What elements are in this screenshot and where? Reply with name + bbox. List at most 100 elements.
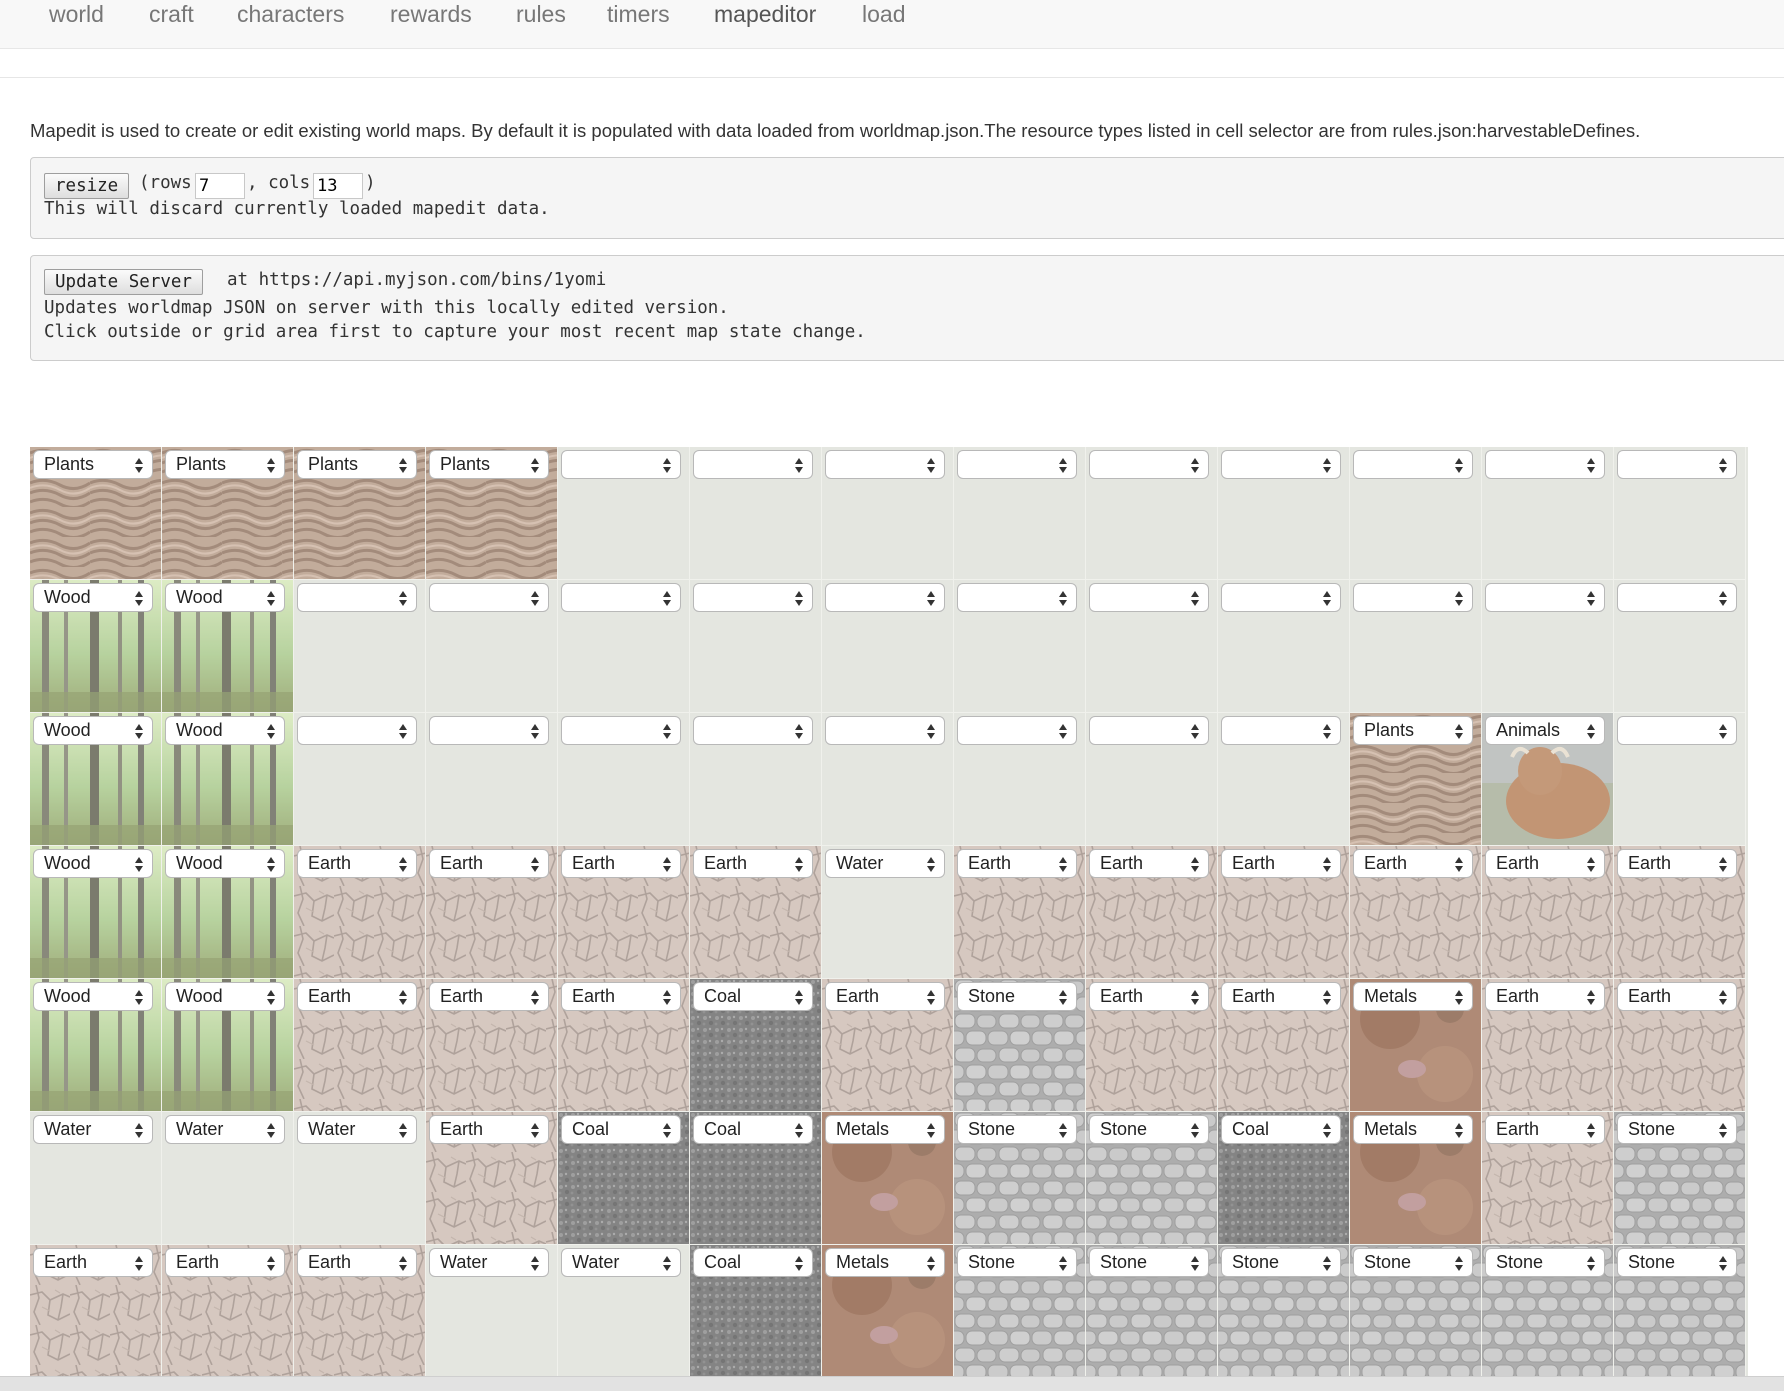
cell-resource-select[interactable]	[957, 450, 1077, 479]
cell-resource-select[interactable]: Wood	[165, 716, 285, 745]
cell-resource-select[interactable]: Plants	[1353, 716, 1473, 745]
cell-resource-select[interactable]: Plants	[33, 450, 153, 479]
cell-resource-select[interactable]	[957, 583, 1077, 612]
cell-resource-select[interactable]: Wood	[165, 583, 285, 612]
cell-resource-select[interactable]	[429, 583, 549, 612]
cell-resource-select[interactable]: Stone	[1617, 1115, 1737, 1144]
cell-resource-select[interactable]: Stone	[1221, 1248, 1341, 1277]
cell-resource-select[interactable]: Earth	[561, 849, 681, 878]
cell-resource-select[interactable]	[297, 716, 417, 745]
cell-resource-select[interactable]	[1089, 716, 1209, 745]
cell-resource-select[interactable]	[957, 716, 1077, 745]
cell-resource-select[interactable]	[561, 583, 681, 612]
cell-resource-select[interactable]: Stone	[1089, 1115, 1209, 1144]
cell-resource-select[interactable]	[1485, 583, 1605, 612]
cell-resource-select[interactable]	[1221, 450, 1341, 479]
cell-resource-select[interactable]	[1089, 450, 1209, 479]
cell-resource-select[interactable]: Earth	[561, 982, 681, 1011]
cell-resource-select[interactable]	[693, 583, 813, 612]
nav-item-mapeditor[interactable]: mapeditor	[714, 0, 816, 30]
cell-resource-select[interactable]: Wood	[165, 849, 285, 878]
nav-item-world[interactable]: world	[49, 0, 104, 30]
cell-resource-select[interactable]: Earth	[825, 982, 945, 1011]
cell-resource-select[interactable]: Earth	[1617, 849, 1737, 878]
nav-item-rewards[interactable]: rewards	[390, 0, 472, 30]
cell-resource-select[interactable]: Wood	[33, 849, 153, 878]
cell-resource-select[interactable]: Water	[429, 1248, 549, 1277]
cell-resource-select[interactable]: Stone	[957, 1248, 1077, 1277]
cell-resource-select[interactable]	[1353, 450, 1473, 479]
cell-resource-select[interactable]: Metals	[1353, 1115, 1473, 1144]
cell-resource-select[interactable]: Metals	[825, 1248, 945, 1277]
cell-resource-select[interactable]: Earth	[1617, 982, 1737, 1011]
cell-resource-select[interactable]: Metals	[1353, 982, 1473, 1011]
cell-resource-select[interactable]	[825, 450, 945, 479]
cols-input[interactable]	[313, 173, 363, 199]
cell-resource-select[interactable]	[693, 716, 813, 745]
cell-resource-select[interactable]	[1617, 583, 1737, 612]
nav-item-rules[interactable]: rules	[516, 0, 566, 30]
cell-resource-select[interactable]	[1485, 450, 1605, 479]
cell-resource-select[interactable]: Earth	[165, 1248, 285, 1277]
cell-resource-select[interactable]: Wood	[165, 982, 285, 1011]
cell-resource-select[interactable]	[1617, 716, 1737, 745]
cell-resource-select[interactable]: Stone	[957, 982, 1077, 1011]
cell-resource-select[interactable]	[825, 716, 945, 745]
nav-item-craft[interactable]: craft	[149, 0, 194, 30]
cell-resource-select[interactable]: Stone	[1353, 1248, 1473, 1277]
cell-resource-select[interactable]: Stone	[957, 1115, 1077, 1144]
cell-resource-select[interactable]: Earth	[297, 849, 417, 878]
cell-resource-select[interactable]: Earth	[297, 982, 417, 1011]
cell-resource-select[interactable]: Wood	[33, 583, 153, 612]
cell-resource-select[interactable]: Coal	[1221, 1115, 1341, 1144]
cell-resource-select[interactable]: Coal	[693, 1115, 813, 1144]
cell-resource-select[interactable]: Coal	[693, 1248, 813, 1277]
cell-resource-select[interactable]: Water	[33, 1115, 153, 1144]
cell-resource-select[interactable]: Plants	[297, 450, 417, 479]
cell-resource-select[interactable]: Metals	[825, 1115, 945, 1144]
cell-resource-select[interactable]: Earth	[1221, 849, 1341, 878]
cell-resource-select[interactable]: Earth	[1221, 982, 1341, 1011]
cell-resource-select[interactable]: Water	[825, 849, 945, 878]
cell-resource-select[interactable]	[429, 716, 549, 745]
cell-resource-select[interactable]: Earth	[693, 849, 813, 878]
cell-resource-select[interactable]: Earth	[1353, 849, 1473, 878]
cell-resource-select[interactable]	[1617, 450, 1737, 479]
cell-resource-select[interactable]: Earth	[429, 1115, 549, 1144]
nav-item-load[interactable]: load	[862, 0, 905, 30]
cell-resource-select[interactable]: Earth	[957, 849, 1077, 878]
cell-resource-select[interactable]: Water	[561, 1248, 681, 1277]
cell-resource-select[interactable]: Earth	[33, 1248, 153, 1277]
horizontal-scrollbar[interactable]	[0, 1376, 1784, 1391]
cell-resource-select[interactable]	[1221, 583, 1341, 612]
cell-resource-select[interactable]: Water	[297, 1115, 417, 1144]
cell-resource-select[interactable]: Earth	[429, 849, 549, 878]
nav-item-characters[interactable]: characters	[237, 0, 344, 30]
update-server-button[interactable]: Update Server	[44, 269, 203, 295]
cell-resource-select[interactable]	[1353, 583, 1473, 612]
cell-resource-select[interactable]: Plants	[429, 450, 549, 479]
cell-resource-select[interactable]: Wood	[33, 716, 153, 745]
cell-resource-select[interactable]: Coal	[561, 1115, 681, 1144]
cell-resource-select[interactable]	[1221, 716, 1341, 745]
resize-button[interactable]: resize	[44, 173, 130, 199]
cell-resource-select[interactable]: Stone	[1617, 1248, 1737, 1277]
nav-item-timers[interactable]: timers	[607, 0, 670, 30]
cell-resource-select[interactable]	[693, 450, 813, 479]
cell-resource-select[interactable]: Earth	[1485, 1115, 1605, 1144]
cell-resource-select[interactable]: Plants	[165, 450, 285, 479]
rows-input[interactable]	[195, 173, 245, 199]
cell-resource-select[interactable]: Earth	[1485, 982, 1605, 1011]
cell-resource-select[interactable]: Earth	[1485, 849, 1605, 878]
cell-resource-select[interactable]: Wood	[33, 982, 153, 1011]
cell-resource-select[interactable]	[1089, 583, 1209, 612]
cell-resource-select[interactable]	[561, 450, 681, 479]
cell-resource-select[interactable]	[825, 583, 945, 612]
cell-resource-select[interactable]: Stone	[1485, 1248, 1605, 1277]
cell-resource-select[interactable]	[297, 583, 417, 612]
cell-resource-select[interactable]	[561, 716, 681, 745]
cell-resource-select[interactable]: Stone	[1089, 1248, 1209, 1277]
cell-resource-select[interactable]: Earth	[297, 1248, 417, 1277]
cell-resource-select[interactable]: Earth	[429, 982, 549, 1011]
cell-resource-select[interactable]: Earth	[1089, 849, 1209, 878]
